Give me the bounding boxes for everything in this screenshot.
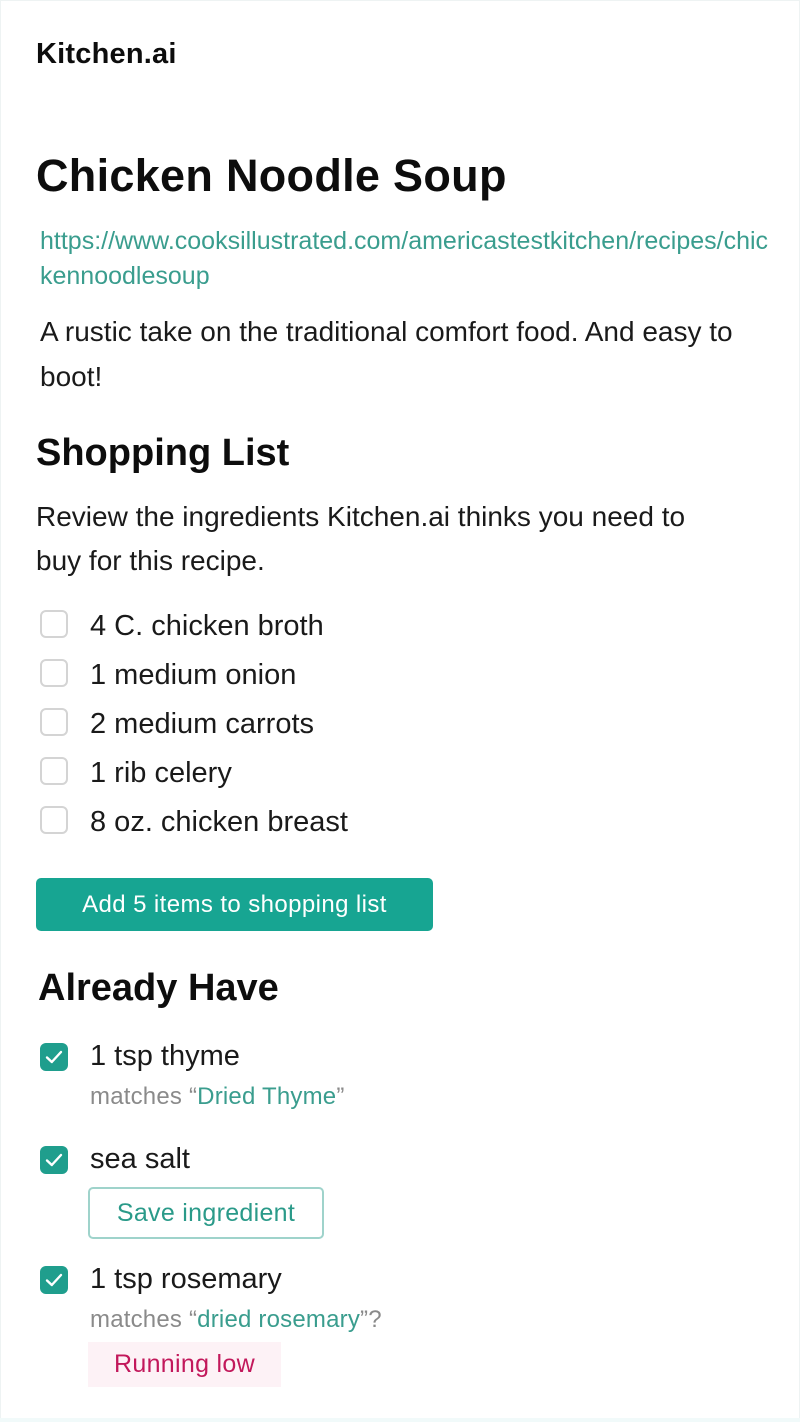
- already-have-row[interactable]: sea salt: [40, 1143, 324, 1176]
- checkbox-icon[interactable]: [40, 658, 68, 687]
- recipe-description: A rustic take on the traditional comfort…: [40, 316, 733, 392]
- shopping-list: 4 C. chicken broth 1 medium onion 2 medi…: [40, 602, 348, 847]
- recipe-title: Chicken Noodle Soup: [36, 150, 507, 201]
- checkbox-icon[interactable]: [40, 609, 68, 638]
- checkmark-icon: [45, 1273, 63, 1286]
- match-prefix: matches “: [90, 1306, 198, 1333]
- checkbox-checked-icon[interactable]: [40, 1042, 68, 1071]
- match-hint: matches “dried rosemary”?: [90, 1306, 382, 1334]
- already-have-item: 1 tsp rosemary matches “dried rosemary”?…: [40, 1263, 382, 1387]
- match-term-link[interactable]: dried rosemary: [197, 1306, 360, 1333]
- already-have-label: 1 tsp thyme: [90, 1040, 240, 1072]
- shopping-list-item[interactable]: 8 oz. chicken breast: [40, 798, 348, 847]
- add-to-shopping-list-button[interactable]: Add 5 items to shopping list: [36, 878, 433, 931]
- shopping-list-intro: Review the ingredients Kitchen.ai thinks…: [36, 501, 686, 576]
- already-have-row[interactable]: 1 tsp thyme: [40, 1040, 345, 1073]
- shopping-list-item[interactable]: 1 rib celery: [40, 749, 348, 798]
- match-hint: matches “Dried Thyme”: [90, 1083, 345, 1111]
- already-have-heading: Already Have: [38, 967, 279, 1009]
- checkmark-icon: [45, 1153, 63, 1166]
- checkbox-checked-icon[interactable]: [40, 1265, 68, 1294]
- already-have-label: sea salt: [90, 1143, 190, 1175]
- recipe-source-link[interactable]: https://www.cooksillustrated.com/america…: [40, 224, 770, 294]
- checkbox-icon[interactable]: [40, 805, 68, 834]
- shopping-item-label: 2 medium carrots: [90, 708, 315, 740]
- bottom-edge: [0, 1418, 800, 1422]
- shopping-item-label: 8 oz. chicken breast: [90, 806, 348, 838]
- shopping-list-heading: Shopping List: [36, 432, 290, 474]
- already-have-row[interactable]: 1 tsp rosemary: [40, 1263, 382, 1296]
- shopping-list-item[interactable]: 4 C. chicken broth: [40, 602, 348, 651]
- checkbox-checked-icon[interactable]: [40, 1145, 68, 1174]
- checkbox-icon[interactable]: [40, 707, 68, 736]
- shopping-item-label: 4 C. chicken broth: [90, 610, 324, 642]
- checkmark-icon: [45, 1050, 63, 1063]
- already-have-label: 1 tsp rosemary: [90, 1263, 282, 1295]
- running-low-badge: Running low: [88, 1342, 281, 1387]
- shopping-list-item[interactable]: 2 medium carrots: [40, 700, 348, 749]
- already-have-item: 1 tsp thyme matches “Dried Thyme”: [40, 1040, 345, 1111]
- already-have-item: sea salt Save ingredient: [40, 1143, 324, 1239]
- match-suffix: ”?: [360, 1306, 382, 1333]
- shopping-list-item[interactable]: 1 medium onion: [40, 651, 348, 700]
- match-term-link[interactable]: Dried Thyme: [197, 1083, 336, 1110]
- match-suffix: ”: [336, 1083, 345, 1110]
- shopping-item-label: 1 rib celery: [90, 757, 232, 789]
- match-prefix: matches “: [90, 1083, 198, 1110]
- checkbox-icon[interactable]: [40, 756, 68, 785]
- app-logo: Kitchen.ai: [36, 38, 177, 70]
- shopping-item-label: 1 medium onion: [90, 659, 297, 691]
- save-ingredient-button[interactable]: Save ingredient: [88, 1187, 324, 1239]
